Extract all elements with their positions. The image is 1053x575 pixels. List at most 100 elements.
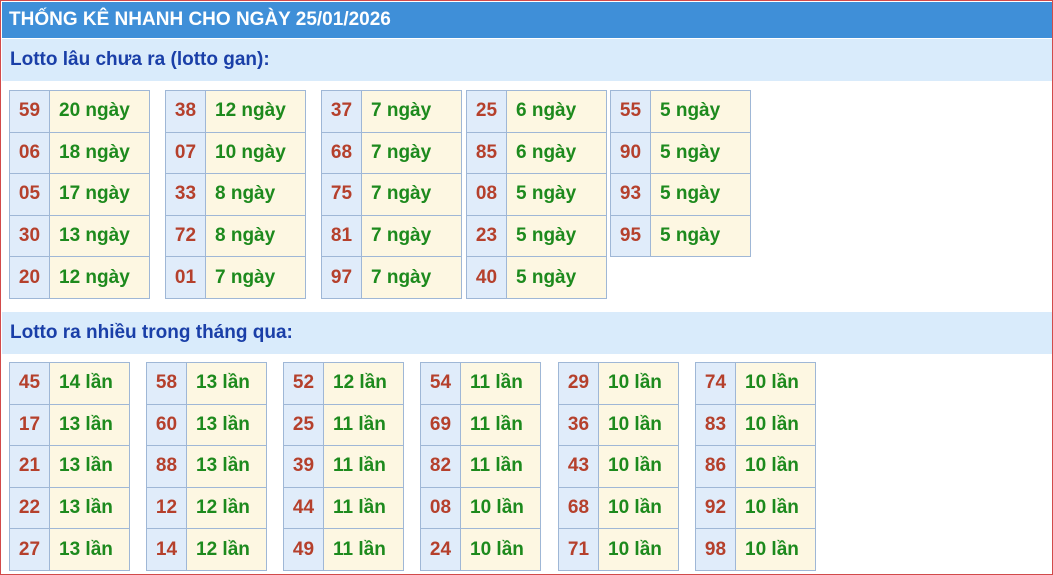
lotto-number: 81 [321, 214, 362, 258]
lotto-count: 11 lần [460, 403, 541, 447]
table-row: 85 6 ngày [466, 131, 607, 175]
table-row: 55 5 ngày [610, 90, 751, 133]
lotto-count: 13 lần [49, 445, 130, 488]
section-heading-lotto-nhieu: Lotto ra nhiều trong tháng qua: [2, 312, 1052, 354]
lotto-count: 10 lần [598, 528, 679, 571]
lotto-count: 17 ngày [49, 173, 150, 216]
lotto-number: 92 [695, 486, 736, 530]
table-row: 38 12 ngày [165, 90, 306, 133]
lotto-number: 71 [558, 528, 599, 571]
table-row: 17 13 lần [9, 403, 130, 447]
table-row: 49 11 lần [283, 528, 404, 571]
lotto-count: 5 ngày [506, 256, 607, 299]
lotto-number: 60 [146, 403, 187, 447]
lotto-count: 10 lần [460, 528, 541, 571]
table-row: 69 11 lần [420, 403, 541, 447]
table-row: 06 18 ngày [9, 131, 150, 175]
lotto-number: 58 [146, 362, 187, 405]
lotto-count: 10 lần [598, 445, 679, 488]
table-row: 82 11 lần [420, 445, 541, 488]
table-row: 20 12 ngày [9, 256, 150, 299]
lotto-number: 90 [610, 131, 651, 175]
lotto-number: 25 [283, 403, 324, 447]
lotto-number: 43 [558, 445, 599, 488]
lotto-count: 13 ngày [49, 214, 150, 258]
lotto-count: 8 ngày [205, 214, 306, 258]
table-row: 74 10 lần [695, 362, 816, 405]
lotto-number: 25 [466, 90, 507, 133]
lotto-number: 38 [165, 90, 206, 133]
lotto-number: 59 [9, 90, 50, 133]
lotto-count: 7 ngày [361, 214, 462, 258]
gan-table: 25 6 ngày 85 6 ngày 08 5 ngày 23 5 ngày 40 5 ngày [466, 90, 607, 299]
lotto-number: 49 [283, 528, 324, 571]
lotto-count: 18 ngày [49, 131, 150, 175]
nhieu-table: 74 10 lần 83 10 lần 86 10 lần 92 10 lần 98 10 lần [695, 362, 816, 571]
table-row: 43 10 lần [558, 445, 679, 488]
lotto-number: 69 [420, 403, 461, 447]
lotto-number: 95 [610, 214, 651, 258]
lotto-count: 14 lần [49, 362, 130, 405]
lotto-number: 97 [321, 256, 362, 299]
lotto-number: 98 [695, 528, 736, 571]
table-row: 07 10 ngày [165, 131, 306, 175]
lotto-count: 10 lần [460, 486, 541, 530]
lotto-number: 40 [466, 256, 507, 299]
lotto-number: 20 [9, 256, 50, 299]
table-row: 14 12 lần [146, 528, 267, 571]
lotto-count: 20 ngày [49, 90, 150, 133]
lotto-number: 23 [466, 214, 507, 258]
table-row: 92 10 lần [695, 486, 816, 530]
lotto-number: 74 [695, 362, 736, 405]
table-row: 40 5 ngày [466, 256, 607, 299]
page-title: THỐNG KÊ NHANH CHO NGÀY 25/01/2026 [2, 2, 1052, 38]
table-row: 30 13 ngày [9, 214, 150, 258]
table-row: 83 10 lần [695, 403, 816, 447]
lotto-count: 10 lần [735, 362, 816, 405]
lotto-number: 24 [420, 528, 461, 571]
table-row: 68 10 lần [558, 486, 679, 530]
lotto-count: 12 lần [323, 362, 404, 405]
lotto-count: 10 lần [735, 486, 816, 530]
stats-panel: THỐNG KÊ NHANH CHO NGÀY 25/01/2026 Lotto… [0, 0, 1053, 575]
table-row: 23 5 ngày [466, 214, 607, 258]
lotto-count: 12 ngày [49, 256, 150, 299]
table-row: 52 12 lần [283, 362, 404, 405]
lotto-count: 13 lần [49, 528, 130, 571]
lotto-count: 12 lần [186, 528, 267, 571]
gan-table: 38 12 ngày 07 10 ngày 33 8 ngày 72 8 ngày 01 7 ng… [165, 90, 306, 299]
table-row: 97 7 ngày [321, 256, 462, 299]
nhieu-table: 54 11 lần 69 11 lần 82 11 lần 08 10 lần 24 10 lần [420, 362, 541, 571]
table-row: 90 5 ngày [610, 131, 751, 175]
lotto-count: 10 lần [735, 445, 816, 488]
table-row: 37 7 ngày [321, 90, 462, 133]
lotto-number: 85 [466, 131, 507, 175]
lotto-number: 01 [165, 256, 206, 299]
table-row: 27 13 lần [9, 528, 130, 571]
lotto-number: 22 [9, 486, 50, 530]
lotto-number: 37 [321, 90, 362, 133]
lotto-count: 11 lần [460, 445, 541, 488]
lotto-count: 13 lần [49, 486, 130, 530]
table-row: 95 5 ngày [610, 214, 751, 258]
lotto-number: 12 [146, 486, 187, 530]
lotto-count: 5 ngày [506, 173, 607, 216]
lotto-number: 17 [9, 403, 50, 447]
gan-table: 55 5 ngày 90 5 ngày 93 5 ngày 95 5 ngày [610, 90, 751, 258]
table-row: 24 10 lần [420, 528, 541, 571]
lotto-number: 52 [283, 362, 324, 405]
lotto-number: 21 [9, 445, 50, 488]
lotto-count: 13 lần [186, 445, 267, 488]
table-row: 86 10 lần [695, 445, 816, 488]
table-row: 72 8 ngày [165, 214, 306, 258]
table-row: 44 11 lần [283, 486, 404, 530]
table-row: 01 7 ngày [165, 256, 306, 299]
gan-table: 59 20 ngày 06 18 ngày 05 17 ngày 30 13 ngày 20 12… [9, 90, 150, 299]
lotto-number: 14 [146, 528, 187, 571]
nhieu-table: 52 12 lần 25 11 lần 39 11 lần 44 11 lần 49 11 lần [283, 362, 404, 571]
lotto-count: 7 ngày [361, 256, 462, 299]
lotto-count: 13 lần [186, 403, 267, 447]
lotto-count: 12 ngày [205, 90, 306, 133]
lotto-count: 8 ngày [205, 173, 306, 216]
table-row: 12 12 lần [146, 486, 267, 530]
